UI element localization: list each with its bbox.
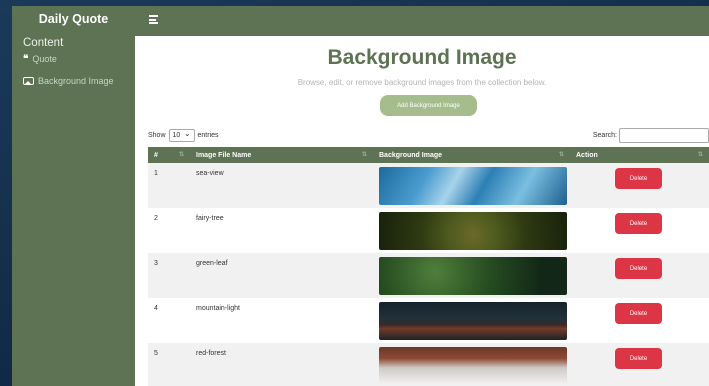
image-file-name: green-leaf: [196, 260, 228, 267]
table-search: Search:: [593, 128, 709, 143]
sort-icon: ⇅: [697, 152, 703, 158]
table-row: 5 red-forest Delete: [148, 343, 709, 386]
top-bar: [135, 6, 709, 36]
table-row: 2 fairy-tree Delete: [148, 208, 709, 253]
table-row: 1 sea-view Delete: [148, 163, 709, 208]
menu-toggle-icon[interactable]: [149, 15, 158, 24]
quote-icon: ❝: [23, 53, 29, 65]
column-header-number[interactable]: # ⇅: [148, 147, 190, 163]
column-header-action[interactable]: Action ⇅: [570, 147, 709, 163]
image-icon: [23, 77, 34, 85]
sort-icon: ⇅: [361, 152, 367, 158]
app-window: Daily Quote Content ❝ Quote Background I…: [12, 6, 709, 386]
delete-button[interactable]: Delete: [615, 303, 662, 324]
delete-button[interactable]: Delete: [615, 168, 662, 189]
table-row: 3 green-leaf Delete: [148, 253, 709, 298]
background-thumbnail: [379, 167, 567, 205]
entries-length-control: Show 10 entries: [148, 129, 219, 142]
sort-icon: ⇅: [558, 152, 564, 158]
sort-icon: ⇅: [178, 152, 184, 158]
table-header-row: # ⇅ Image File Name ⇅ Background Image ⇅ Ac…: [148, 147, 709, 163]
brand-title[interactable]: Daily Quote: [12, 6, 135, 32]
background-thumbnail: [379, 302, 567, 340]
page-subtitle: Browse, edit, or remove background image…: [297, 78, 547, 87]
background-thumbnail: [379, 347, 567, 385]
sidebar-item-label: Quote: [32, 54, 57, 64]
search-label: Search:: [592, 132, 617, 139]
row-number: 4: [154, 305, 158, 312]
sidebar-item-quote[interactable]: ❝ Quote: [12, 52, 135, 66]
column-header-file-name[interactable]: Image File Name ⇅: [190, 147, 373, 163]
sidebar-section-heading: Content: [23, 37, 64, 49]
delete-button[interactable]: Delete: [615, 348, 662, 369]
show-label: Show: [148, 132, 166, 139]
add-background-image-button[interactable]: Add Background Image: [380, 95, 477, 116]
image-file-name: sea-view: [196, 170, 224, 177]
background-images-table: # ⇅ Image File Name ⇅ Background Image ⇅ Ac…: [148, 147, 709, 386]
main-content: Background Image Browse, edit, or remove…: [135, 36, 709, 386]
row-number: 3: [154, 260, 158, 267]
delete-button[interactable]: Delete: [615, 258, 662, 279]
entries-label: entries: [197, 132, 219, 139]
background-thumbnail: [379, 212, 567, 250]
search-input[interactable]: [619, 128, 709, 143]
row-number: 2: [154, 215, 158, 222]
background-thumbnail: [379, 257, 567, 295]
page-title: Background Image: [327, 46, 517, 69]
column-header-background-image[interactable]: Background Image ⇅: [373, 147, 570, 163]
sidebar-item-background-image[interactable]: Background Image: [12, 74, 135, 88]
entries-select[interactable]: 10: [168, 129, 195, 142]
row-number: 1: [154, 170, 158, 177]
sidebar-item-label: Background Image: [38, 76, 114, 86]
sidebar: Daily Quote Content ❝ Quote Background I…: [12, 6, 135, 386]
delete-button[interactable]: Delete: [615, 213, 662, 234]
image-file-name: red-forest: [196, 350, 226, 357]
table-row: 4 mountain-light Delete: [148, 298, 709, 343]
image-file-name: mountain-light: [196, 305, 240, 312]
row-number: 5: [154, 350, 158, 357]
image-file-name: fairy-tree: [196, 215, 224, 222]
